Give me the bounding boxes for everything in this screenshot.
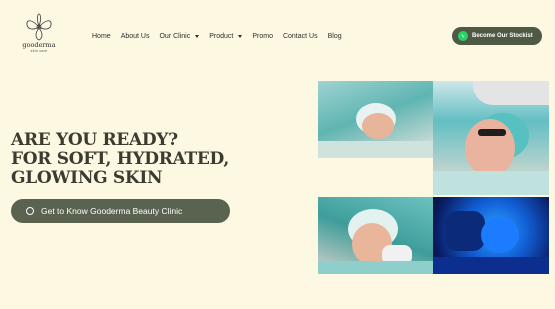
become-stockist-button[interactable]: Become Our Stockist xyxy=(452,27,542,45)
brand-name: gooderma xyxy=(22,41,56,49)
led-mask-photo xyxy=(433,197,549,274)
nav-label: Product xyxy=(209,32,234,40)
stockist-label: Become Our Stockist xyxy=(472,33,533,39)
nav-label: About Us xyxy=(120,32,150,40)
laser-treatment-photo xyxy=(433,81,549,195)
whatsapp-icon xyxy=(458,31,468,41)
nav-item-our-clinic[interactable]: Our Clinic xyxy=(159,32,200,40)
nav-item-about-us[interactable]: About Us xyxy=(121,33,150,40)
nav-label: Promo xyxy=(252,32,273,40)
microneedling-photo xyxy=(318,197,433,274)
nav-label: Blog xyxy=(327,32,342,40)
nav-item-contact-us[interactable]: Contact Us xyxy=(283,33,318,40)
hero-line-1: ARE YOU READY? xyxy=(11,130,178,150)
chevron-down-icon xyxy=(238,34,243,38)
hero-line-3: GLOWING SKIN xyxy=(11,168,163,188)
orchid-icon xyxy=(26,13,52,41)
nav-item-blog[interactable]: Blog xyxy=(328,33,342,40)
brand-logo[interactable]: gooderma skin care xyxy=(18,13,60,57)
nav-item-home[interactable]: Home xyxy=(92,33,111,40)
nav-item-product[interactable]: Product xyxy=(209,32,243,40)
main-nav: Home About Us Our Clinic Product Promo C… xyxy=(92,30,352,42)
nav-label: Our Clinic xyxy=(159,32,191,40)
nav-label: Contact Us xyxy=(282,32,318,40)
nav-item-promo[interactable]: Promo xyxy=(252,33,273,40)
whatsapp-icon xyxy=(26,207,34,215)
brand-tagline: skin care xyxy=(30,49,48,53)
nav-label: Home xyxy=(92,32,111,40)
cta-label: Get to Know Gooderma Beauty Clinic xyxy=(41,206,183,216)
hero-line-2: FOR SOFT, HYDRATED, xyxy=(11,149,229,169)
chevron-down-icon xyxy=(195,34,200,38)
facial-treatment-photo xyxy=(318,81,433,158)
hero-headline: ARE YOU READY? FOR SOFT, HYDRATED, GLOWI… xyxy=(11,131,229,188)
get-to-know-clinic-button[interactable]: Get to Know Gooderma Beauty Clinic xyxy=(11,199,230,223)
